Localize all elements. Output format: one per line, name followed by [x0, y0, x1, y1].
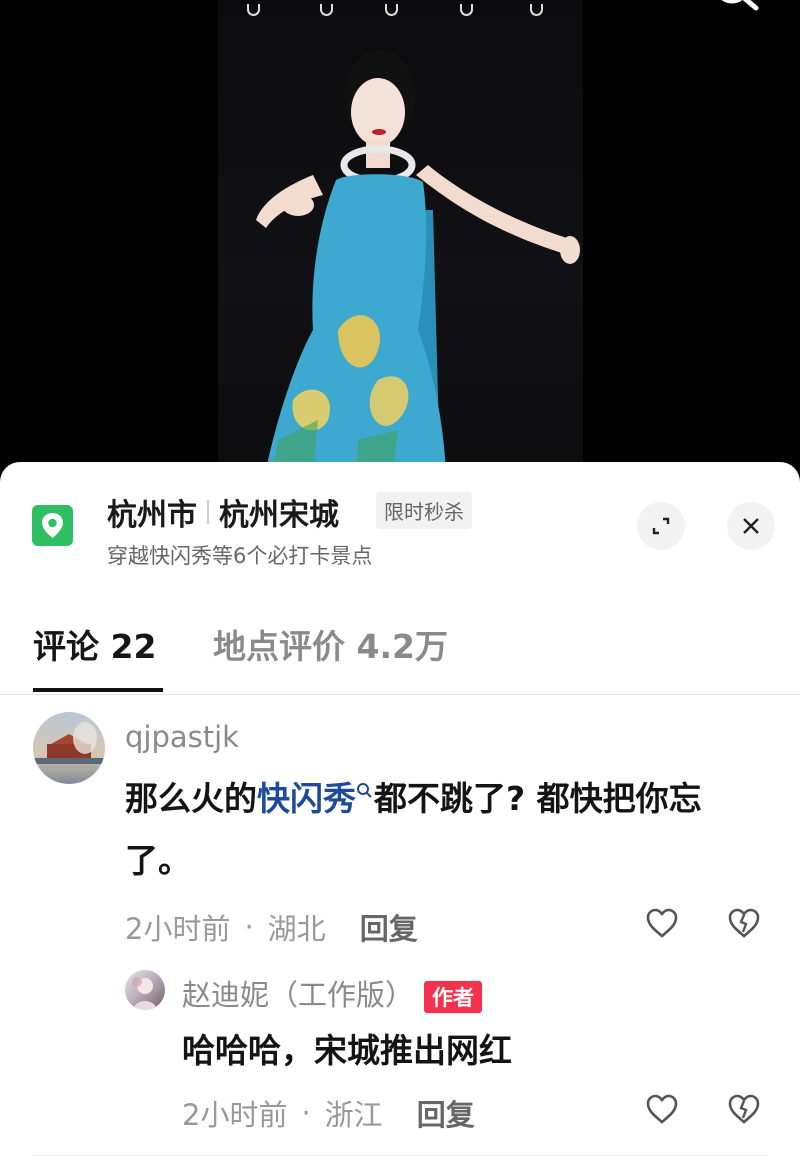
search-icon[interactable] — [356, 782, 374, 802]
poi-title: 杭州市 杭州宋城 — [107, 490, 339, 534]
broken-heart-icon — [728, 908, 760, 938]
close-button[interactable] — [727, 502, 775, 550]
comment-username[interactable]: qjpastjk — [125, 720, 239, 754]
poi-tag: 限时秒杀 — [376, 492, 472, 529]
dislike-button[interactable] — [727, 1093, 761, 1129]
poi-card[interactable]: 杭州市 杭州宋城 限时秒杀 穿越快闪秀等6个必打卡景点 — [0, 462, 800, 582]
search-keyword-link[interactable]: 快闪秀 — [257, 779, 356, 818]
video-frame — [218, 0, 583, 470]
stage-lights — [240, 0, 560, 20]
author-badge: 作者 — [424, 981, 483, 1013]
poi-city: 杭州市 — [107, 498, 197, 533]
heart-icon — [646, 1094, 678, 1124]
broken-heart-icon — [728, 1094, 760, 1124]
video-player[interactable] — [0, 0, 800, 480]
comments-sheet: 杭州市 杭州宋城 限时秒杀 穿越快闪秀等6个必打卡景点 评论 22 地点评价 4… — [0, 462, 800, 1170]
comment-time: 2小时前 — [125, 912, 231, 946]
list-divider — [33, 1155, 767, 1156]
comment-text: 那么火的快闪秀 都不跳了? 都快把你忘了。 — [125, 768, 745, 892]
tab-comments[interactable]: 评论 22 — [33, 620, 156, 668]
tab-bar: 评论 22 地点评价 4.2万 — [0, 612, 800, 695]
active-tab-indicator — [33, 688, 163, 692]
expand-button[interactable] — [637, 502, 685, 550]
expand-icon — [652, 517, 670, 535]
heart-icon — [646, 908, 678, 938]
search-icon[interactable] — [710, 0, 760, 22]
dislike-button[interactable] — [727, 907, 761, 943]
avatar[interactable] — [125, 970, 165, 1010]
comment-location: 湖北 — [267, 912, 326, 946]
avatar[interactable] — [33, 712, 105, 784]
reply-button[interactable]: 回复 — [417, 1092, 475, 1134]
dancer-image — [256, 50, 580, 470]
poi-separator — [207, 500, 209, 524]
reply-location: 浙江 — [324, 1098, 383, 1132]
like-button[interactable] — [645, 1093, 679, 1129]
comment-text-part: 那么火的 — [125, 779, 257, 818]
reply-button[interactable]: 回复 — [360, 906, 418, 948]
comment-meta: 2小时前 · 湖北 回复 — [125, 906, 418, 948]
meta-dot: · — [301, 1096, 311, 1130]
reply-username: 赵迪妮（工作版） 作者 — [182, 972, 483, 1014]
reply-username-text[interactable]: 赵迪妮（工作版） — [182, 978, 414, 1012]
tab-place-reviews[interactable]: 地点评价 4.2万 — [213, 620, 448, 668]
location-pin-icon — [32, 505, 73, 546]
poi-place: 杭州宋城 — [219, 498, 339, 533]
poi-subtitle: 穿越快闪秀等6个必打卡景点 — [107, 544, 373, 568]
like-button[interactable] — [645, 907, 679, 943]
reply-meta: 2小时前 · 浙江 回复 — [182, 1092, 475, 1134]
close-icon — [743, 518, 759, 534]
reply-text: 哈哈哈，宋城推出网红 — [182, 1031, 512, 1070]
meta-dot: · — [244, 910, 254, 944]
reply-time: 2小时前 — [182, 1098, 288, 1132]
